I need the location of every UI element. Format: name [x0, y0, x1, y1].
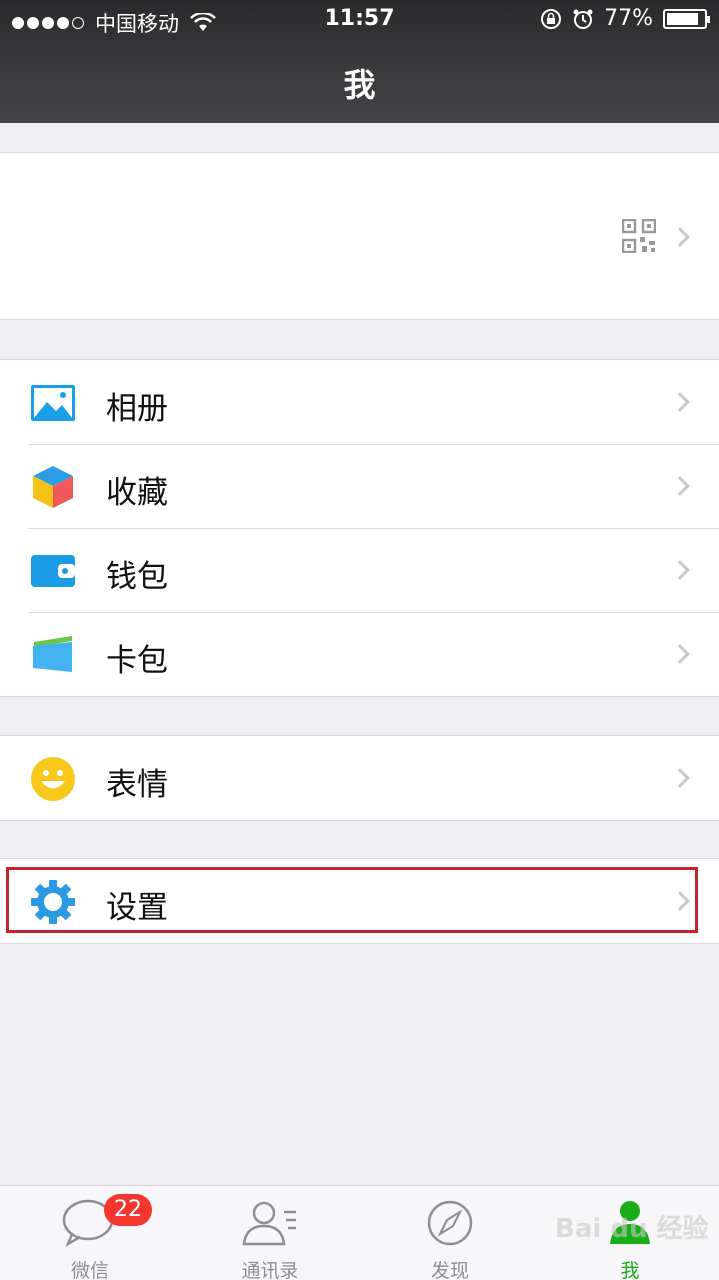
status-bar: 中国移动 11:57 77% — [0, 0, 719, 40]
battery-icon — [663, 8, 710, 29]
compass-icon — [427, 1200, 473, 1246]
top-bar: 中国移动 11:57 77% 我 — [0, 0, 719, 123]
profile-card[interactable] — [0, 152, 719, 320]
tab-label: 通讯录 — [241, 1260, 299, 1280]
watermark: Bai du 经验 — [555, 1214, 709, 1244]
wallet-icon — [31, 555, 75, 587]
menu-item-wallet[interactable]: 钱包 — [0, 528, 719, 612]
menu-item-label: 相册 — [106, 391, 168, 427]
menu-item-stickers[interactable]: 表情 — [0, 736, 719, 820]
qr-code-icon[interactable] — [622, 219, 656, 253]
tab-label: 我 — [620, 1260, 640, 1280]
card-wallet-icon — [33, 636, 72, 672]
contacts-icon — [242, 1201, 296, 1246]
tab-contacts[interactable]: 通讯录 — [180, 1186, 360, 1280]
chevron-right-icon — [670, 476, 690, 496]
favorites-cube-icon — [33, 466, 73, 508]
tab-label: 微信 — [70, 1260, 109, 1280]
unread-badge: 22 — [104, 1194, 152, 1226]
chevron-right-icon — [670, 227, 690, 247]
chevron-right-icon — [670, 560, 690, 580]
tab-wechat[interactable]: 22 微信 — [0, 1186, 180, 1280]
battery-percent: 77% — [604, 6, 653, 31]
photo-album-icon — [31, 385, 75, 421]
chevron-right-icon — [670, 644, 690, 664]
menu-item-favorites[interactable]: 收藏 — [0, 444, 719, 528]
menu-item-cards[interactable]: 卡包 — [0, 612, 719, 696]
menu-item-label: 卡包 — [106, 643, 168, 679]
menu-item-label: 表情 — [106, 767, 168, 803]
page-title: 我 — [343, 66, 376, 104]
smiley-icon — [31, 757, 75, 801]
tab-label: 发现 — [430, 1260, 469, 1280]
alarm-icon — [573, 9, 593, 29]
tab-discover[interactable]: 发现 — [360, 1186, 540, 1280]
rotation-lock-icon — [541, 8, 562, 29]
status-right: 77% — [540, 6, 710, 31]
menu-item-album[interactable]: 相册 — [0, 360, 719, 444]
menu-item-label: 钱包 — [106, 559, 168, 595]
menu-group-stickers: 表情 — [0, 735, 719, 821]
battery-fill — [667, 12, 698, 25]
chevron-right-icon — [670, 768, 690, 788]
chevron-right-icon — [670, 392, 690, 412]
menu-item-label: 收藏 — [106, 475, 168, 511]
settings-highlight-box — [6, 867, 698, 933]
menu-group-main: 相册 收藏 钱包 卡包 — [0, 359, 719, 697]
